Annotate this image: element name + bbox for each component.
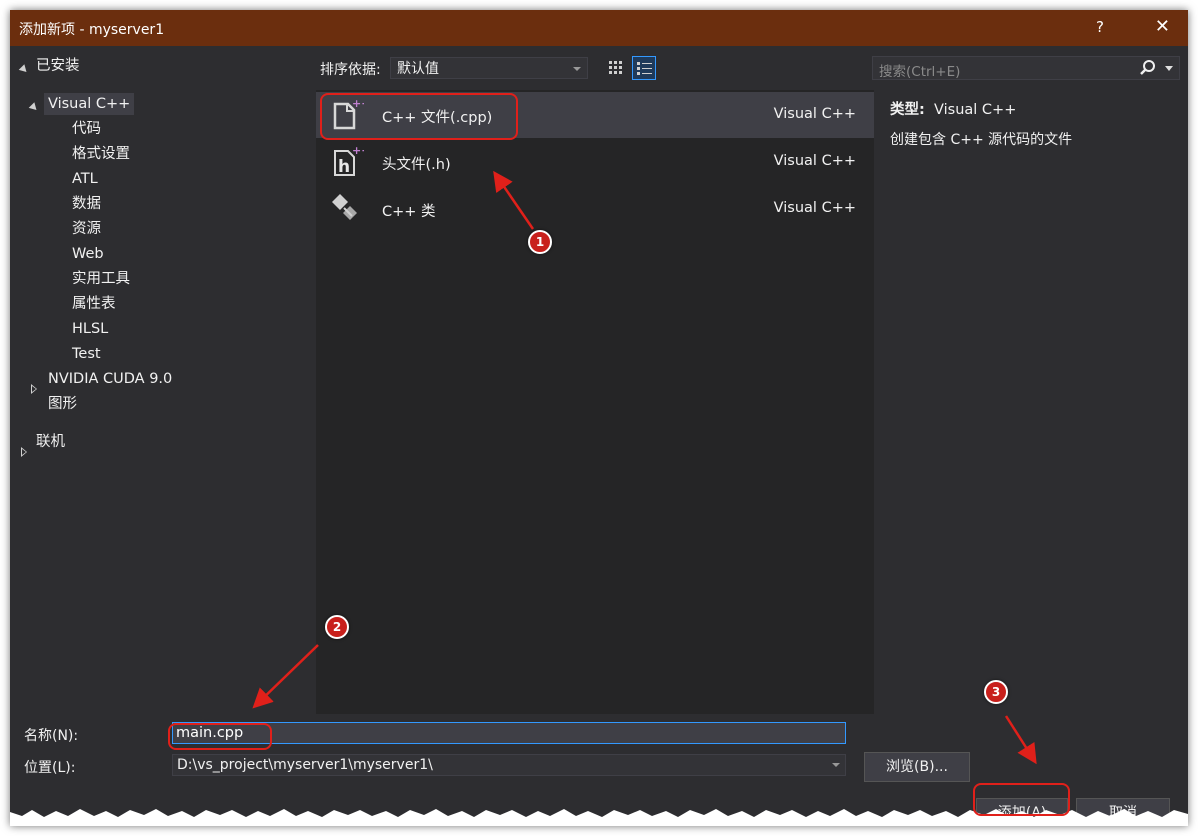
highlight-box [320, 93, 518, 140]
name-field[interactable]: main.cpp [172, 722, 846, 744]
chevron-down-icon[interactable] [832, 763, 840, 767]
chevron-down-icon[interactable] [1165, 66, 1173, 71]
location-value: D:\vs_project\myserver1\myserver1\ [177, 757, 433, 773]
tree-item-online[interactable]: 联机 [36, 431, 65, 453]
type-label: 类型: [890, 102, 925, 118]
tree-item-utility[interactable]: 实用工具 [72, 268, 130, 290]
class-icon [332, 194, 357, 220]
search-placeholder: 搜索(Ctrl+E) [879, 64, 961, 80]
browse-button[interactable]: 浏览(B)... [864, 752, 970, 782]
location-field[interactable]: D:\vs_project\myserver1\myserver1\ [172, 754, 846, 776]
grid-view-icon[interactable] [604, 56, 628, 80]
tree-item-property-sheets[interactable]: 属性表 [72, 293, 116, 315]
tree-item-resource[interactable]: 资源 [72, 218, 101, 240]
close-button[interactable]: ✕ [1155, 16, 1170, 37]
tree-item-formatting[interactable]: 格式设置 [72, 143, 130, 165]
item-name: C++ 类 [382, 204, 436, 220]
location-label: 位置(L): [24, 760, 76, 776]
tree-item-visual-cpp[interactable]: Visual C++ [44, 93, 135, 115]
sort-dropdown[interactable]: 默认值 [390, 57, 588, 79]
item-language: Visual C++ [773, 153, 856, 169]
help-button[interactable]: ? [1096, 18, 1104, 36]
tree-item-web[interactable]: Web [72, 243, 104, 265]
name-label: 名称(N): [24, 728, 79, 744]
template-list: ++ C++ 文件(.cpp) Visual C++ h ++ 头文件(.h) … [316, 90, 874, 714]
item-description: 创建包含 C++ 源代码的文件 [890, 132, 1073, 148]
tree-item-graphics[interactable]: 图形 [48, 393, 77, 415]
highlight-box [168, 723, 272, 750]
collapse-icon[interactable] [21, 447, 27, 457]
header-file-icon: h ++ [334, 145, 364, 177]
svg-text:++: ++ [352, 145, 364, 157]
step-marker: 1 [528, 230, 552, 254]
tree-item-cuda[interactable]: NVIDIA CUDA 9.0 [48, 368, 172, 390]
title-bar: 添加新项 - myserver1 ? ✕ [10, 10, 1188, 46]
svg-text:h: h [338, 157, 350, 177]
tree-item-hlsl[interactable]: HLSL [72, 318, 108, 340]
highlight-box [973, 783, 1070, 816]
tree-item-code[interactable]: 代码 [72, 118, 101, 140]
item-language: Visual C++ [773, 106, 856, 122]
tree-item-installed[interactable]: 已安装 [36, 55, 80, 77]
template-tree: 已安装 Visual C++ 代码 格式设置 ATL 数据 资源 Web 实用工… [10, 46, 310, 716]
list-item-cpp-class[interactable]: C++ 类 Visual C++ [316, 186, 874, 232]
item-name: 头文件(.h) [382, 157, 451, 173]
item-details: 类型: Visual C++ 创建包含 C++ 源代码的文件 [890, 98, 1180, 149]
add-new-item-dialog: 添加新项 - myserver1 ? ✕ 已安装 Visual C++ 代码 格… [10, 10, 1188, 826]
window-title: 添加新项 - myserver1 [19, 22, 165, 38]
type-line: 类型: Visual C++ [890, 98, 1180, 119]
tree-item-test[interactable]: Test [72, 343, 101, 365]
search-input[interactable]: 搜索(Ctrl+E) [872, 56, 1180, 80]
search-icon[interactable] [1139, 59, 1157, 77]
tree-item-atl[interactable]: ATL [72, 168, 98, 190]
item-language: Visual C++ [773, 200, 856, 216]
expand-icon[interactable] [18, 64, 30, 75]
expand-icon[interactable] [28, 102, 40, 113]
type-value: Visual C++ [934, 102, 1017, 118]
tree-item-data[interactable]: 数据 [72, 193, 101, 215]
sort-toolbar: 排序依据: 默认值 [316, 56, 876, 82]
cancel-button[interactable]: 取消 [1076, 798, 1170, 826]
sort-label: 排序依据: [320, 62, 381, 78]
list-view-icon[interactable] [632, 56, 656, 80]
list-item-header-file[interactable]: h ++ 头文件(.h) Visual C++ [316, 139, 874, 185]
collapse-icon[interactable] [31, 384, 37, 394]
step-marker: 2 [325, 615, 349, 639]
sort-value: 默认值 [397, 61, 439, 77]
chevron-down-icon [573, 67, 581, 71]
step-marker: 3 [984, 680, 1008, 704]
